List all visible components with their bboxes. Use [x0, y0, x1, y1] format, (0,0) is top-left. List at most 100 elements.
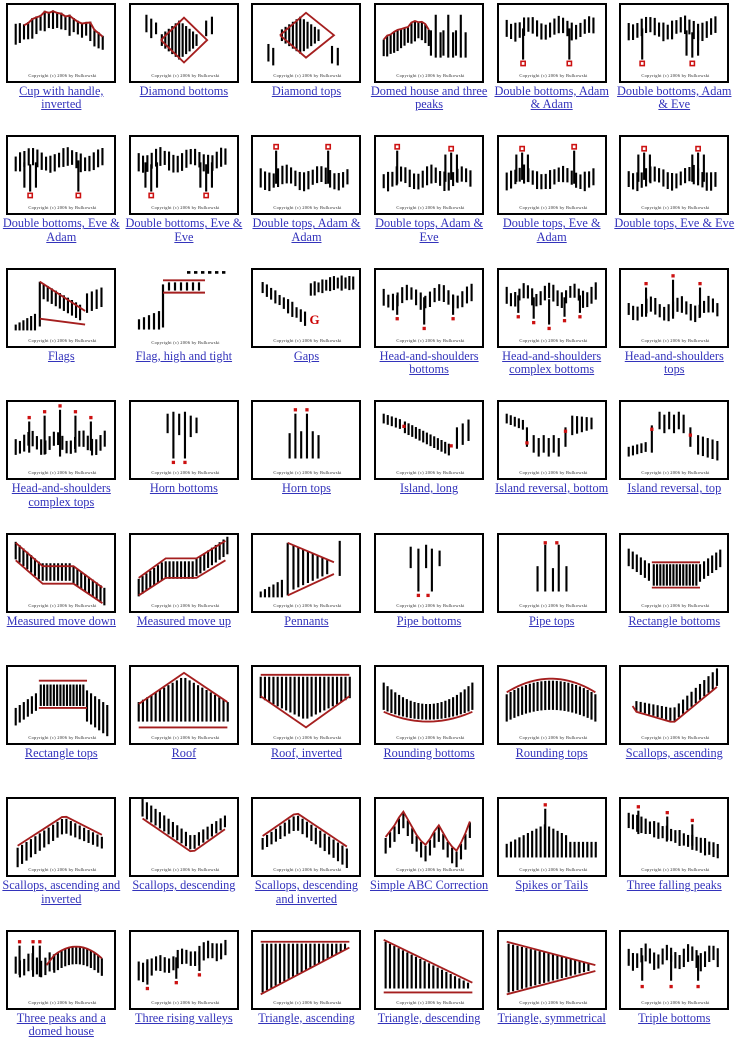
pattern-link[interactable]: Rounding bottoms [383, 746, 474, 760]
pattern-link[interactable]: Cup with handle, inverted [1, 84, 121, 112]
pattern-link[interactable]: Measured move down [7, 614, 116, 628]
pattern-link[interactable]: Gaps [294, 349, 319, 363]
pattern-link[interactable]: Diamond tops [272, 84, 341, 98]
pattern-chart-svg [627, 943, 720, 988]
pattern-thumbnail: Copyright (c) 2006 by Bulkowski [619, 135, 730, 216]
copyright-notice: Copyright (c) 2006 by Bulkowski [518, 602, 588, 608]
pattern-link[interactable]: Horn bottoms [150, 481, 218, 495]
pattern-thumbnail: Copyright (c) 2006 by Bulkowski [6, 929, 117, 1010]
pattern-link[interactable]: Domed house and three peaks [369, 84, 489, 112]
pattern-link[interactable]: Scallops, descending [132, 878, 235, 892]
pattern-link[interactable]: Roof [172, 746, 197, 760]
pattern-link[interactable]: Head-and-shoulders complex tops [1, 482, 121, 509]
pattern-thumbnail: Copyright (c) 2006 by Bulkowski [374, 929, 485, 1010]
pattern-cell: Copyright (c) 2006 by Bulkowski Double to… [368, 132, 491, 264]
pattern-cell: Copyright (c) 2006 by Bulkowski Scallops,… [123, 794, 246, 926]
copyright-notice: Copyright (c) 2006 by Bulkowski [641, 734, 710, 740]
pattern-link[interactable]: Diamond bottoms [140, 84, 228, 98]
pattern-link[interactable]: Triple bottoms [638, 1011, 710, 1025]
pattern-link[interactable]: Pennants [284, 614, 328, 628]
pattern-link[interactable]: Measured move up [137, 614, 231, 628]
gap-annotation-label: G [309, 311, 320, 327]
pattern-cell: Copyright (c) 2006 by Bulkowski Domed hou… [368, 0, 491, 132]
pattern-link[interactable]: Head-and-shoulders tops [614, 349, 734, 377]
pattern-link[interactable]: Simple ABC Correction [370, 878, 488, 892]
pattern-link[interactable]: Double tops, Eve & Eve [614, 216, 734, 230]
pattern-cell: Copyright (c) 2006 by Bulkowski Triple bo… [613, 927, 736, 1059]
pattern-chart-svg [14, 147, 104, 199]
pattern-link[interactable]: Pipe tops [529, 614, 574, 628]
pattern-link[interactable]: Head-and-shoulders bottoms [369, 349, 489, 377]
copyright-notice: Copyright (c) 2006 by Bulkowski [273, 337, 343, 343]
pattern-cell: Copyright (c) 2006 by Bulkowski Scallops,… [0, 794, 123, 926]
pattern-chart-svg [505, 15, 595, 67]
copyright-notice: Copyright (c) 2006 by Bulkowski [151, 602, 220, 608]
pattern-thumbnail: Copyright (c) 2006 by Bulkowski [6, 267, 117, 348]
pattern-chart-svg [260, 673, 352, 729]
pattern-chart-svg [260, 940, 351, 995]
pattern-thumbnail: Copyright (c) 2006 by Bulkowski [496, 664, 607, 745]
pattern-thumbnail: Copyright (c) 2006 by Bulkowski [251, 664, 362, 745]
pattern-chart-svg [382, 682, 474, 723]
pattern-cell: Copyright (c) 2006 by Bulkowski Double bo… [0, 132, 123, 264]
pattern-chart-svg [14, 939, 104, 978]
pattern-chart-svg [14, 541, 106, 605]
pattern-thumbnail: Copyright (c) 2006 by Bulkowski [251, 3, 362, 83]
copyright-notice: Copyright (c) 2006 by Bulkowski [28, 337, 97, 343]
pattern-link[interactable]: Horn tops [282, 481, 331, 495]
pattern-link[interactable]: Island, long [400, 481, 458, 495]
pattern-link[interactable]: Double bottoms, Adam & Eve [614, 84, 734, 112]
pattern-link[interactable]: Island reversal, top [627, 481, 721, 495]
pattern-link[interactable]: Three peaks and a domed house [1, 1011, 121, 1039]
pattern-link[interactable]: Roof, inverted [271, 746, 342, 760]
pattern-cell: Copyright (c) 2006 by Bulkowski Cup with … [0, 0, 123, 132]
pattern-cell: Copyright (c) 2006 by Bulkowski Double to… [613, 132, 736, 264]
pattern-cell: Copyright (c) 2006 by Bulkowski Pipe bott… [368, 530, 491, 662]
pattern-link[interactable]: Island reversal, bottom [495, 481, 608, 495]
pattern-chart-svg [505, 677, 597, 722]
pattern-cell: Copyright (c) 2006 by Bulkowski Measured … [0, 530, 123, 662]
pattern-thumbnail: Copyright (c) 2006 by Bulkowski [619, 3, 730, 83]
pattern-link[interactable]: Rectangle tops [25, 746, 98, 760]
pattern-link[interactable]: Flag, high and tight [136, 349, 232, 363]
pattern-cell: Copyright (c) 2006 by Bulkowski Diamond t… [245, 0, 368, 132]
pattern-chart-svg [14, 280, 103, 331]
pattern-link[interactable]: Head-and-shoulders complex bottoms [492, 349, 612, 377]
pattern-thumbnail: Copyright (c) 2006 by Bulkowski [374, 3, 485, 83]
pattern-link[interactable]: Double bottoms, Eve & Adam [1, 217, 121, 244]
pattern-thumbnail: Copyright (c) 2006 by Bulkowski [251, 532, 362, 613]
pattern-thumbnail: Copyright (c) 2006 by Bulkowski [6, 532, 117, 613]
pattern-link[interactable]: Double tops, Eve & Adam [492, 217, 612, 244]
pattern-chart-svg [382, 413, 470, 456]
pattern-link[interactable]: Flags [48, 349, 75, 363]
pattern-link[interactable]: Three rising valleys [135, 1011, 233, 1025]
copyright-notice: Copyright (c) 2006 by Bulkowski [151, 205, 220, 211]
pattern-thumbnail: Copyright (c) 2006 by Bulkowski [619, 400, 730, 481]
pattern-link[interactable]: Scallops, descending and inverted [246, 879, 366, 906]
pattern-link[interactable]: Double bottoms, Eve & Eve [124, 217, 244, 244]
pattern-cell: Copyright (c) 2006 by Bulkowski Roof [123, 662, 246, 794]
pattern-link[interactable]: Double bottoms, Adam & Adam [492, 84, 612, 112]
pattern-link[interactable]: Double tops, Adam & Eve [369, 217, 489, 244]
pattern-link[interactable]: Triangle, ascending [258, 1011, 355, 1025]
pattern-link[interactable]: Triangle, symmetrical [498, 1011, 606, 1025]
pattern-link[interactable]: Pipe bottoms [397, 614, 462, 628]
pattern-link[interactable]: Double tops, Adam & Adam [246, 217, 366, 244]
pattern-link[interactable]: Rectangle bottoms [628, 614, 720, 628]
copyright-notice: Copyright (c) 2006 by Bulkowski [28, 205, 97, 211]
pattern-link[interactable]: Triangle, descending [378, 1011, 481, 1025]
pattern-cell: Copyright (c) 2006 by Bulkowski Triangle,… [245, 927, 368, 1059]
pattern-link[interactable]: Spikes or Tails [515, 878, 588, 892]
pattern-link[interactable]: Scallops, ascending [626, 746, 723, 760]
pattern-gallery-grid: Copyright (c) 2006 by Bulkowski Cup with … [0, 0, 736, 1059]
pattern-cell: Copyright (c) 2006 by Bulkowski Three pea… [0, 927, 123, 1059]
pattern-thumbnail: Copyright (c) 2006 by Bulkowski [496, 532, 607, 613]
pattern-link[interactable]: Scallops, ascending and inverted [1, 879, 121, 906]
pattern-thumbnail: Copyright (c) 2006 by Bulkowski [128, 400, 239, 481]
pattern-thumbnail: Copyright (c) 2006 by Bulkowski [6, 664, 117, 745]
pattern-link[interactable]: Three falling peaks [627, 878, 722, 892]
pattern-link[interactable]: Rounding tops [516, 746, 588, 760]
copyright-notice: Copyright (c) 2006 by Bulkowski [641, 470, 710, 476]
pattern-chart-svg [627, 411, 719, 461]
copyright-notice: Copyright (c) 2006 by Bulkowski [151, 339, 220, 345]
